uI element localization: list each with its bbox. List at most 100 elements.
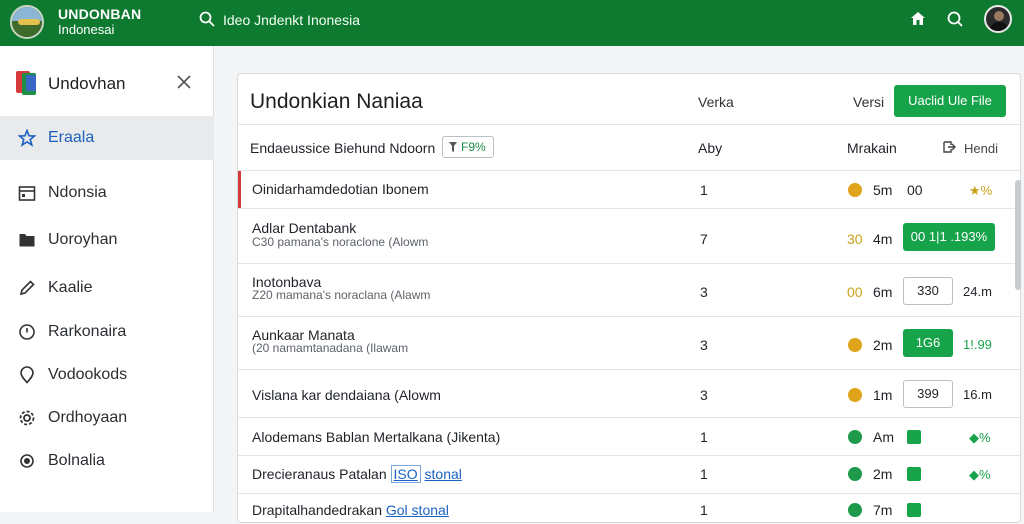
- sidebar-item-bolnalia[interactable]: Bolnalia: [0, 439, 214, 483]
- sidebar-item-rarkonaira[interactable]: Rarkonaira: [0, 310, 214, 354]
- close-icon[interactable]: [176, 74, 192, 90]
- row-link[interactable]: Gol stonal: [386, 502, 449, 518]
- search-icon[interactable]: [199, 11, 215, 27]
- upload-file-button[interactable]: Uaclid Ule File: [894, 85, 1006, 117]
- sidebar-item-ordhoyaan[interactable]: Ordhoyaan: [0, 396, 214, 440]
- export-icon[interactable]: [942, 140, 956, 154]
- row-dot-label: 30: [847, 231, 863, 247]
- sidebar-item-label: Rarkonaira: [48, 323, 127, 340]
- row-name-text: Drapitalhandedrakan: [252, 502, 382, 518]
- row-count: 3: [700, 387, 708, 403]
- table-row[interactable]: Drapitalhandedrakan Gol stonal 1 7m: [238, 494, 1020, 524]
- sidebar-item-label: Kaalie: [48, 279, 93, 296]
- row-subtitle: C30 pamana's noraclone (Alowm: [252, 235, 429, 249]
- book-icon: [16, 71, 38, 95]
- row-right-value: 24.m: [963, 284, 992, 299]
- row-name: Oinidarhamdedotian Ibonem: [252, 181, 429, 197]
- gear-icon: [19, 410, 35, 426]
- sidebar-item-label: Ordhoyaan: [48, 409, 128, 426]
- top-bar: UNDONBAN Indonesai Ideo Jndenkt Inonesia: [0, 0, 1024, 46]
- star-icon: [18, 129, 36, 147]
- sidebar-item-label: Vodookods: [48, 366, 128, 383]
- sidebar-item-ndonsia[interactable]: Ndonsia: [0, 171, 214, 215]
- status-dot-icon: [848, 430, 862, 444]
- home-icon[interactable]: [909, 10, 927, 28]
- check-icon[interactable]: [907, 467, 921, 481]
- row-subtitle: Z20 mamana's noraclana (Alawm: [252, 288, 431, 302]
- search-icon[interactable]: [946, 10, 964, 28]
- filter-label: F9%: [461, 140, 486, 154]
- table-row[interactable]: Aunkaar Manata (20 namamtanadana (Ilawam…: [238, 317, 1020, 369]
- page-title: Undonkian Naniaa: [250, 90, 423, 113]
- divider: [238, 124, 1020, 125]
- sidebar-header: Undovhan: [0, 64, 214, 104]
- table-row[interactable]: Drecieranaus Patalan ISO stonal 1 2m ◆%: [238, 456, 1020, 493]
- circle-icon: [20, 454, 34, 468]
- row-link[interactable]: ISO: [390, 465, 421, 483]
- table-row[interactable]: Vislana kar dendaiana (Alowm 3 1m 399 16…: [238, 370, 1020, 417]
- calendar-icon: [18, 186, 36, 201]
- sidebar: Undovhan Eraala Ndonsia Uoroyhan Kaalie …: [0, 46, 214, 512]
- status-badge[interactable]: 1G6: [903, 329, 953, 357]
- app-logo[interactable]: [10, 5, 44, 39]
- row-time: 4m: [873, 231, 893, 247]
- row-name: Drapitalhandedrakan Gol stonal: [252, 502, 449, 518]
- filter-button[interactable]: F9%: [442, 136, 494, 158]
- row-dot-label: 00: [847, 284, 863, 300]
- row-count: 1: [700, 502, 708, 518]
- check-icon[interactable]: [907, 503, 921, 517]
- row-right-value: ◆%: [969, 430, 991, 445]
- sidebar-title: Undovhan: [48, 74, 126, 93]
- sidebar-item-label: Bolnalia: [48, 452, 105, 469]
- row-time: 5m: [873, 182, 893, 198]
- table-row[interactable]: Adlar Dentabank C30 pamana's noraclone (…: [238, 209, 1020, 263]
- row-link[interactable]: stonal: [425, 466, 462, 482]
- row-extra: 00: [907, 182, 923, 198]
- avatar[interactable]: [984, 5, 1012, 33]
- row-count: 1: [700, 182, 708, 198]
- row-subtitle: (20 namamtanadana (Ilawam: [252, 341, 409, 355]
- scrollbar[interactable]: [1015, 180, 1021, 290]
- row-right-value: 1!.99: [963, 337, 992, 352]
- search-input[interactable]: Ideo Jndenkt Inonesia: [223, 12, 360, 28]
- sidebar-item-kaalie[interactable]: Kaalie: [0, 266, 214, 310]
- row-right-value: 16.m: [963, 387, 992, 402]
- row-accent: [238, 171, 241, 208]
- column-header-name[interactable]: Endaeussice Biehund Ndoorn: [250, 140, 435, 156]
- status-dot-icon: [848, 467, 862, 481]
- row-time: 2m: [873, 466, 893, 482]
- row-right-value: ◆%: [969, 467, 991, 482]
- table-row[interactable]: Oinidarhamdedotian Ibonem 1 5m 00 ★%: [238, 171, 1020, 208]
- sidebar-item-uoroyhan[interactable]: Uoroyhan: [0, 218, 214, 262]
- status-dot-icon: [848, 183, 862, 197]
- sidebar-item-label: Uoroyhan: [48, 231, 118, 248]
- sidebar-item-vodookods[interactable]: Vodookods: [0, 353, 214, 397]
- column-header-makain[interactable]: Mrakain: [847, 140, 897, 156]
- folder-icon: [19, 234, 35, 247]
- sidebar-item-label: Ndonsia: [48, 184, 107, 201]
- value-box[interactable]: 399: [903, 380, 953, 408]
- row-rating: ★%: [969, 183, 993, 198]
- value-box[interactable]: 330: [903, 277, 953, 305]
- clock-icon: [19, 324, 35, 340]
- sidebar-item-label: Eraala: [48, 129, 95, 146]
- versi-label: Versi: [853, 94, 885, 110]
- check-icon[interactable]: [907, 430, 921, 444]
- status-dot-icon: [848, 338, 862, 352]
- column-header-hendi[interactable]: Hendi: [964, 141, 998, 156]
- brand-subtitle: Indonesai: [58, 22, 115, 37]
- row-name: Drecieranaus Patalan ISO stonal: [252, 465, 462, 483]
- row-count: 1: [700, 429, 708, 445]
- row-count: 3: [700, 337, 708, 353]
- table-row[interactable]: Inotonbava Z20 mamana's noraclana (Alawm…: [238, 264, 1020, 316]
- row-time: Am: [873, 429, 894, 445]
- row-name: Vislana kar dendaiana (Alowm: [252, 387, 441, 403]
- column-header-aby[interactable]: Aby: [698, 140, 722, 156]
- row-count: 7: [700, 231, 708, 247]
- filter-icon: [449, 142, 457, 152]
- sidebar-item-eraala[interactable]: Eraala: [0, 116, 214, 160]
- status-badge[interactable]: 00 1|1 .193%: [903, 223, 995, 251]
- row-name: Adlar Dentabank: [252, 220, 357, 236]
- table-row[interactable]: Alodemans Bablan Mertalkana (Jikenta) 1 …: [238, 418, 1020, 455]
- row-count: 1: [700, 466, 708, 482]
